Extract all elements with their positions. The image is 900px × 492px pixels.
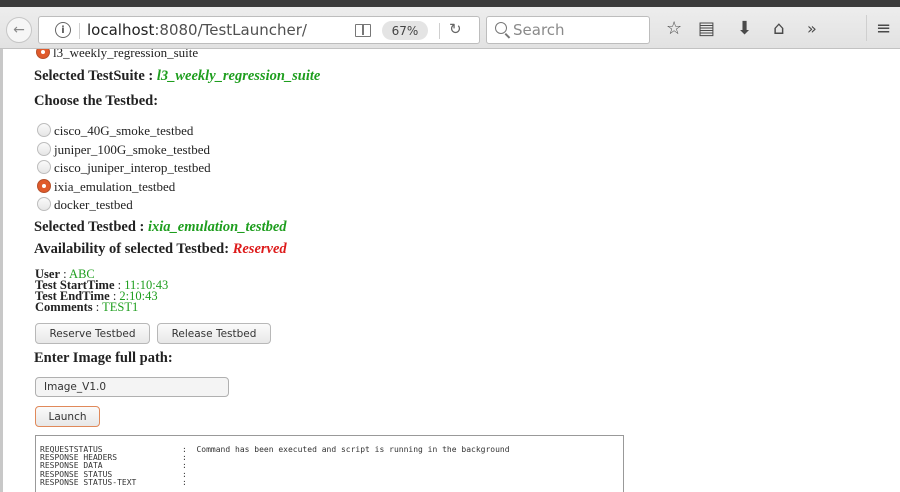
console-row: RESPONSE HEADERS: xyxy=(40,453,187,463)
bookmark-star-icon[interactable]: ☆ xyxy=(666,19,682,39)
console-row: RESPONSE STATUS-TEXT: xyxy=(40,477,187,487)
search-bar[interactable]: Search xyxy=(486,16,650,44)
home-icon[interactable]: ⌂ xyxy=(773,19,784,39)
choose-testbed-heading: Choose the Testbed: xyxy=(34,93,159,109)
selected-suite-label: Selected TestSuite : xyxy=(34,68,154,84)
image-path-value: Image_V1.0 xyxy=(44,381,107,393)
selected-testbed-line: Selected Testbed : ixia_emulation_testbe… xyxy=(34,219,287,236)
comments-value: TEST1 xyxy=(102,300,139,314)
image-path-heading: Enter Image full path: xyxy=(34,350,173,366)
availability-line: Availability of selected Testbed: Reserv… xyxy=(34,241,287,258)
suite-option-label: l3_weekly_regression_suite xyxy=(53,49,199,60)
testbed-radio[interactable] xyxy=(37,123,51,137)
testbed-option-label: cisco_juniper_interop_testbed xyxy=(54,160,211,175)
testbed-option-label: ixia_emulation_testbed xyxy=(54,179,176,194)
launch-button[interactable]: Launch xyxy=(35,406,100,427)
hamburger-menu-icon[interactable]: ≡ xyxy=(876,19,891,39)
testbed-radio[interactable] xyxy=(37,160,51,174)
testbed-option[interactable]: juniper_100G_smoke_testbed xyxy=(37,142,210,158)
availability-status: Reserved xyxy=(232,241,287,257)
testbed-option[interactable]: cisco_40G_smoke_testbed xyxy=(37,123,193,139)
search-placeholder: Search xyxy=(513,21,565,39)
zoom-indicator[interactable]: 67% xyxy=(382,21,428,40)
toolbar-divider xyxy=(866,15,867,41)
selected-suite-line: Selected TestSuite : l3_weekly_regressio… xyxy=(34,68,320,85)
back-button[interactable]: ← xyxy=(6,17,32,43)
url-host: localhost xyxy=(87,21,155,39)
testbed-option-label: juniper_100G_smoke_testbed xyxy=(54,142,210,157)
url-divider xyxy=(79,23,80,39)
browser-toolbar: ← i localhost:8080/TestLauncher/ 67% ↻ S… xyxy=(0,7,900,49)
testbed-radio[interactable] xyxy=(37,179,51,193)
response-console: REQUESTSTATUS: Command has been executed… xyxy=(35,435,624,492)
testbed-radio[interactable] xyxy=(37,197,51,211)
url-bar[interactable]: i localhost:8080/TestLauncher/ 67% ↻ xyxy=(38,16,480,44)
url-path: :8080/TestLauncher/ xyxy=(154,21,307,39)
comments-line: Comments : TEST1 xyxy=(35,300,139,314)
url-text[interactable]: localhost:8080/TestLauncher/ xyxy=(87,21,307,39)
back-arrow-icon: ← xyxy=(13,22,25,38)
selected-testbed-value: ixia_emulation_testbed xyxy=(147,219,287,235)
info-icon[interactable]: i xyxy=(55,22,71,38)
comments-label: Comments xyxy=(35,300,93,314)
search-icon xyxy=(495,22,507,34)
reserve-testbed-button[interactable]: Reserve Testbed xyxy=(35,323,150,344)
console-row: REQUESTSTATUS: Command has been executed… xyxy=(40,445,510,454)
window-top-strip xyxy=(0,0,900,7)
image-path-input[interactable]: Image_V1.0 xyxy=(35,377,229,397)
page-content: l3_weekly_regression_suite Selected Test… xyxy=(0,49,900,492)
suite-radio[interactable] xyxy=(36,49,50,59)
testbed-option-label: docker_testbed xyxy=(54,197,133,212)
reader-view-icon[interactable] xyxy=(355,24,371,37)
selected-testbed-label: Selected Testbed : xyxy=(34,219,145,235)
download-icon[interactable]: ⬇ xyxy=(737,19,752,39)
testbed-radio[interactable] xyxy=(37,142,51,156)
console-row: RESPONSE DATA: xyxy=(40,461,187,471)
page-left-border xyxy=(0,49,3,492)
reload-divider xyxy=(439,23,440,39)
library-icon[interactable]: ▤ xyxy=(698,19,715,39)
availability-label: Availability of selected Testbed: xyxy=(34,241,230,257)
testbed-option-label: cisco_40G_smoke_testbed xyxy=(54,123,194,138)
suite-option[interactable]: l3_weekly_regression_suite xyxy=(36,49,198,61)
testbed-option[interactable]: docker_testbed xyxy=(37,197,133,213)
overflow-chevron-icon[interactable]: » xyxy=(807,19,817,39)
reload-icon[interactable]: ↻ xyxy=(449,20,462,38)
testbed-option[interactable]: cisco_juniper_interop_testbed xyxy=(37,160,211,176)
release-testbed-button[interactable]: Release Testbed xyxy=(157,323,271,344)
testbed-option[interactable]: ixia_emulation_testbed xyxy=(37,179,175,195)
selected-suite-value: l3_weekly_regression_suite xyxy=(156,68,321,84)
